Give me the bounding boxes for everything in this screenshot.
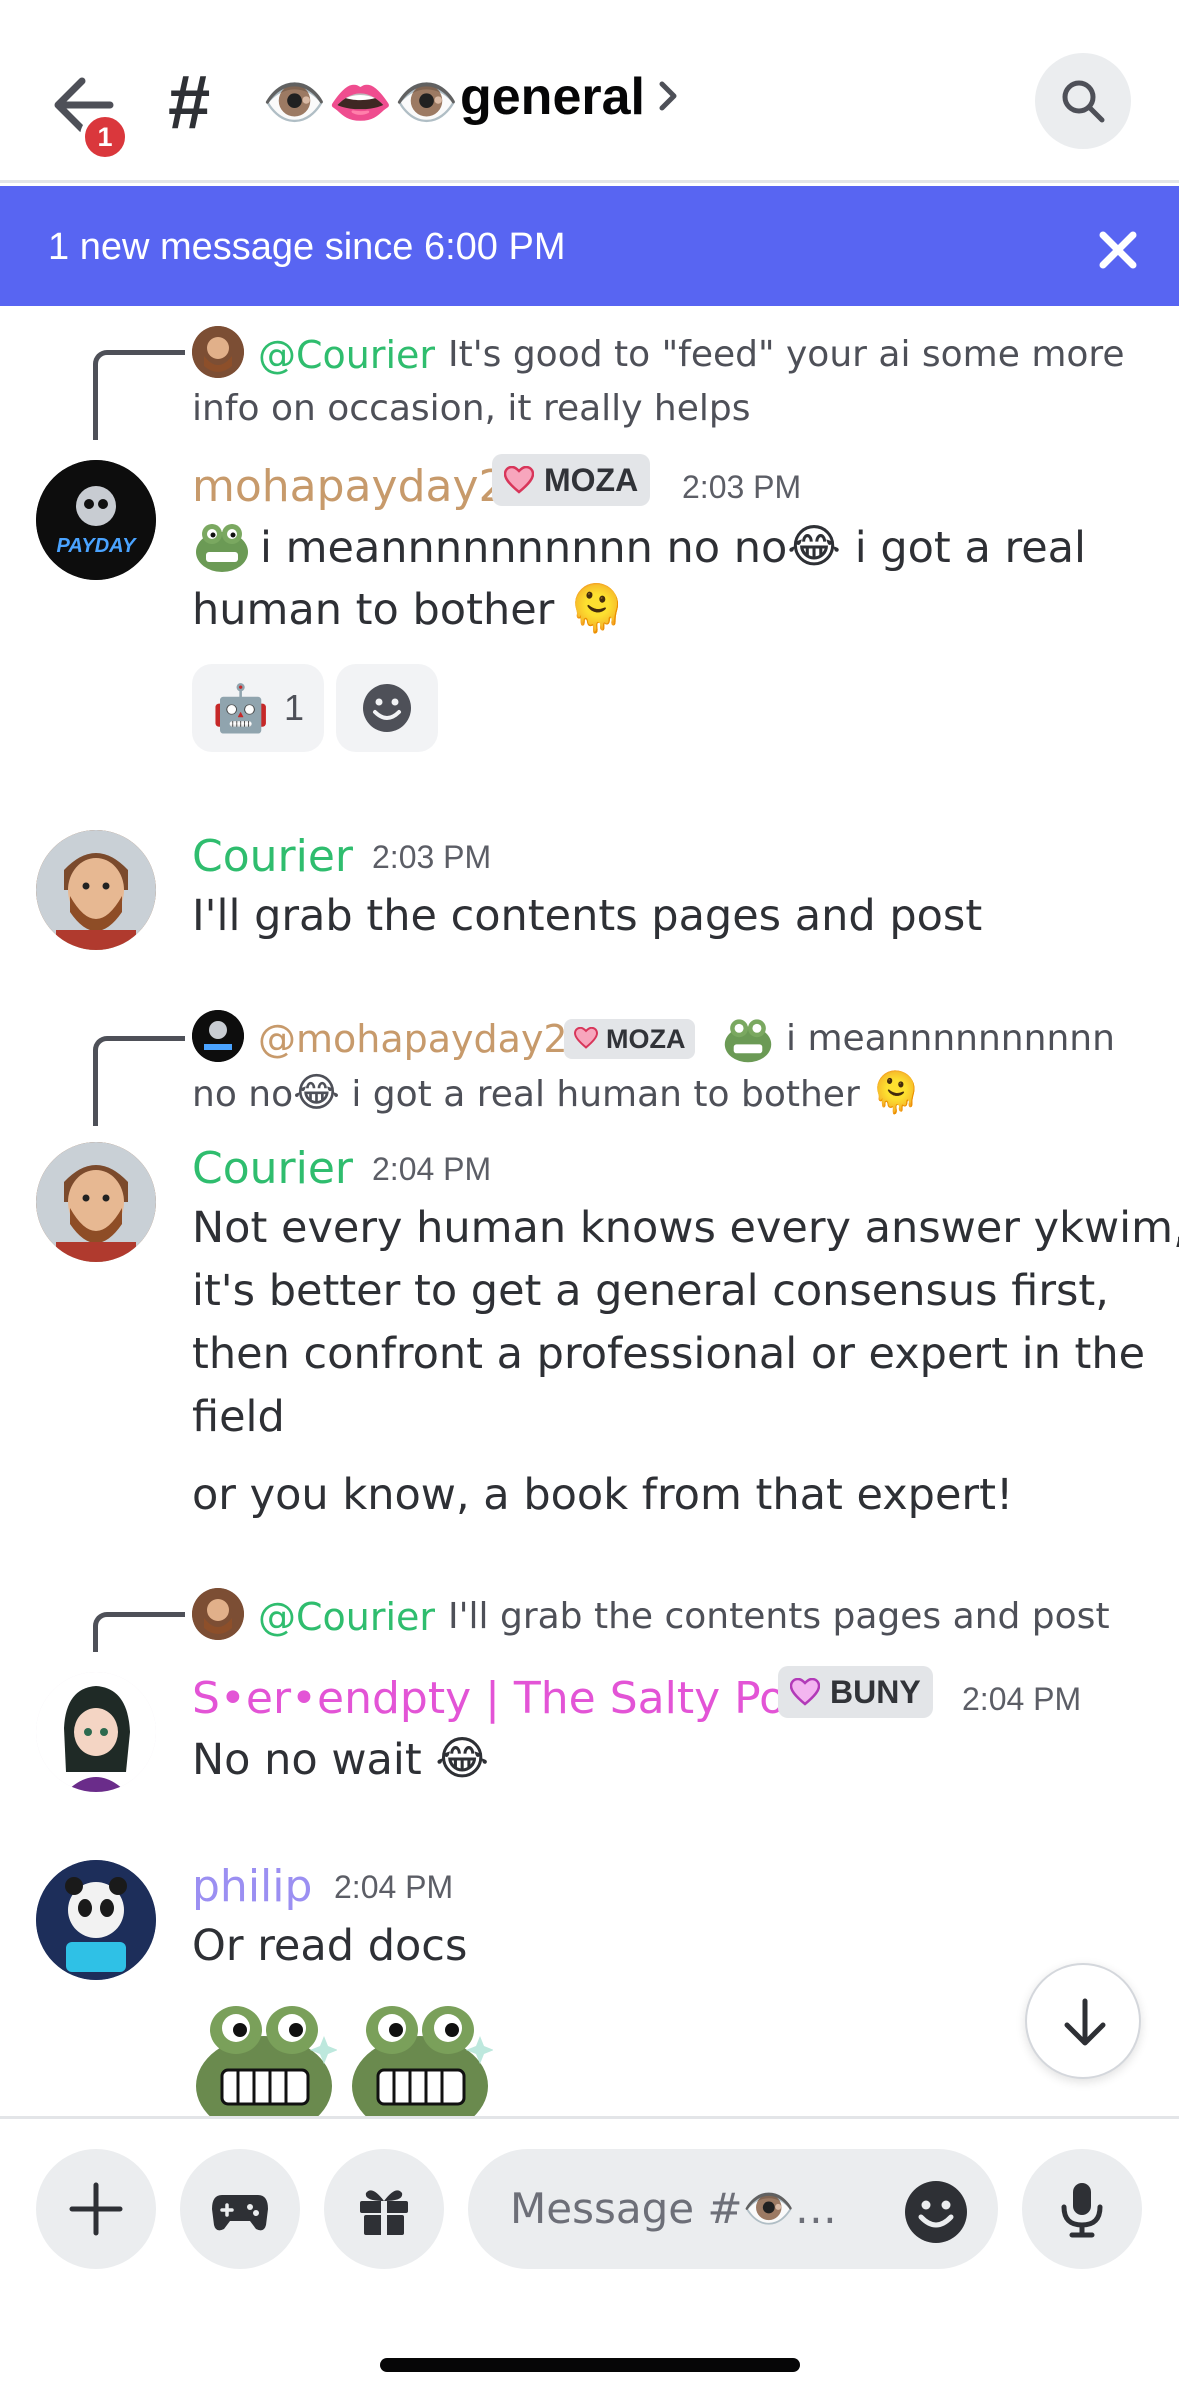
message-input-placeholder: Message #👁️…	[510, 2184, 837, 2233]
emoji-picker-icon[interactable]	[903, 2179, 969, 2245]
role-tag: MOZA	[564, 1019, 696, 1059]
message-body: No no wait 😂	[192, 1731, 490, 1785]
message-author[interactable]: Courier	[192, 828, 353, 886]
message-timestamp: 2:03 PM	[372, 839, 492, 875]
gift-icon	[360, 2190, 408, 2237]
frog-sticker[interactable]	[192, 1996, 338, 2116]
role-tag-label: MOZA	[606, 1024, 686, 1054]
frog-emoji-icon	[718, 1014, 778, 1064]
message-timestamp: 2:04 PM	[372, 1151, 492, 1187]
reaction-robot[interactable]: 🤖 1	[192, 664, 324, 752]
reply-author[interactable]: @mohapayday2	[258, 1012, 568, 1066]
voice-message-button[interactable]	[1022, 2149, 1142, 2269]
frog-sticker[interactable]	[348, 1996, 494, 2116]
message-timestamp: 2:04 PM	[334, 1869, 454, 1905]
message-body-extra: or you know, a book from that expert!	[192, 1470, 1014, 1520]
reply-text-cont[interactable]: info on occasion, it really helps	[192, 382, 751, 436]
avatar[interactable]	[36, 1672, 156, 1792]
arrow-down-icon	[1064, 1998, 1106, 2046]
channel-hash-icon: #	[168, 60, 211, 145]
activities-button[interactable]	[180, 2149, 300, 2269]
courier-mini-avatar	[192, 1588, 244, 1640]
message-body-line: field	[192, 1392, 285, 1442]
role-tag-label: BUNY	[830, 1674, 921, 1710]
message-body-line: then confront a professional or expert i…	[192, 1329, 1146, 1379]
avatar[interactable]	[36, 1142, 156, 1262]
message-body-cont: human to bother 🫠	[192, 581, 626, 635]
gift-button[interactable]	[324, 2149, 444, 2269]
frog-emoji-icon	[192, 518, 252, 574]
plus-icon	[69, 2182, 123, 2236]
avatar[interactable]	[36, 1860, 156, 1980]
reply-author[interactable]: @Courier	[258, 328, 435, 382]
reply-connector	[93, 350, 185, 440]
laughing-emoji-icon: 😂	[293, 1070, 340, 1116]
heart-icon	[790, 1678, 820, 1706]
avatar[interactable]: PAYDAY	[36, 460, 156, 580]
message-timestamp: 2:03 PM	[682, 469, 802, 505]
reply-text-cont[interactable]: no no😂 i got a real human to bother 🫠	[192, 1066, 921, 1122]
message-author[interactable]: philip	[192, 1858, 312, 1916]
laughing-emoji-icon: 😂	[435, 1731, 490, 1785]
channel-emoji: 👄	[328, 73, 393, 133]
svg-text:PAYDAY: PAYDAY	[57, 535, 138, 557]
message-author[interactable]: S•er•endpty | The Salty Poet	[192, 1670, 830, 1728]
role-tag-label: MOZA	[544, 462, 639, 498]
reply-connector	[93, 1036, 185, 1126]
gamepad-icon	[212, 2195, 268, 2231]
melting-face-emoji-icon: 🫠	[871, 1070, 922, 1116]
message-composer: Message #👁️…	[0, 2116, 1179, 2396]
message-body: Or read docs	[192, 1921, 468, 1971]
close-icon[interactable]	[1095, 227, 1141, 273]
role-tag: MOZA	[492, 454, 651, 506]
message-body-line: it's better to get a general consensus f…	[192, 1266, 1109, 1316]
chevron-right-icon[interactable]	[656, 76, 680, 116]
add-reaction-button[interactable]	[336, 664, 438, 752]
melting-face-emoji-icon: 🫠	[568, 581, 626, 635]
new-messages-banner[interactable]: 1 new message since 6:00 PM	[0, 186, 1179, 306]
message-timestamp: 2:04 PM	[962, 1681, 1082, 1717]
heart-icon	[504, 466, 534, 494]
channel-header: 1 # 👁️ 👄 👁️ general	[0, 0, 1179, 183]
message-author[interactable]: Courier	[192, 1140, 353, 1198]
reply-text[interactable]: I'll grab the contents pages and post	[448, 1590, 1110, 1644]
message-body: I'll grab the contents pages and post	[192, 891, 983, 941]
new-messages-text: 1 new message since 6:00 PM	[48, 226, 566, 268]
channel-emoji: 👁️	[262, 73, 327, 133]
reaction-count: 1	[284, 687, 305, 728]
message-list[interactable]: @Courier It's good to "feed" your ai som…	[0, 306, 1179, 2116]
microphone-icon	[1061, 2183, 1103, 2238]
message-input[interactable]: Message #👁️…	[468, 2149, 998, 2269]
smiley-add-icon	[363, 684, 411, 732]
unread-badge: 1	[80, 112, 130, 162]
message-body-line: Not every human knows every answer ykwim…	[192, 1203, 1179, 1253]
search-icon	[1062, 80, 1105, 123]
search-button[interactable]	[1035, 53, 1131, 149]
reply-connector	[93, 1612, 185, 1652]
message-body: i meannnnnnnnnn no no😂 i got a real	[260, 519, 1086, 573]
heart-icon	[574, 1027, 598, 1049]
reply-text[interactable]: i meannnnnnnnnn	[786, 1012, 1115, 1066]
home-indicator[interactable]	[380, 2358, 800, 2372]
courier-mini-avatar	[192, 326, 244, 378]
message-author[interactable]: mohapayday2	[192, 458, 507, 516]
mohapayday2-mini-avatar	[192, 1010, 244, 1062]
add-attachment-button[interactable]	[36, 2149, 156, 2269]
reply-text[interactable]: It's good to "feed" your ai some more	[448, 328, 1125, 382]
channel-name[interactable]: general	[460, 62, 645, 132]
reply-author[interactable]: @Courier	[258, 1590, 435, 1644]
jump-to-present-button[interactable]	[1025, 1963, 1141, 2079]
avatar[interactable]	[36, 830, 156, 950]
robot-emoji-icon: 🤖	[212, 681, 270, 735]
role-tag: BUNY	[778, 1666, 933, 1718]
laughing-emoji-icon: 😂	[787, 519, 842, 573]
channel-emoji: 👁️	[394, 73, 459, 133]
